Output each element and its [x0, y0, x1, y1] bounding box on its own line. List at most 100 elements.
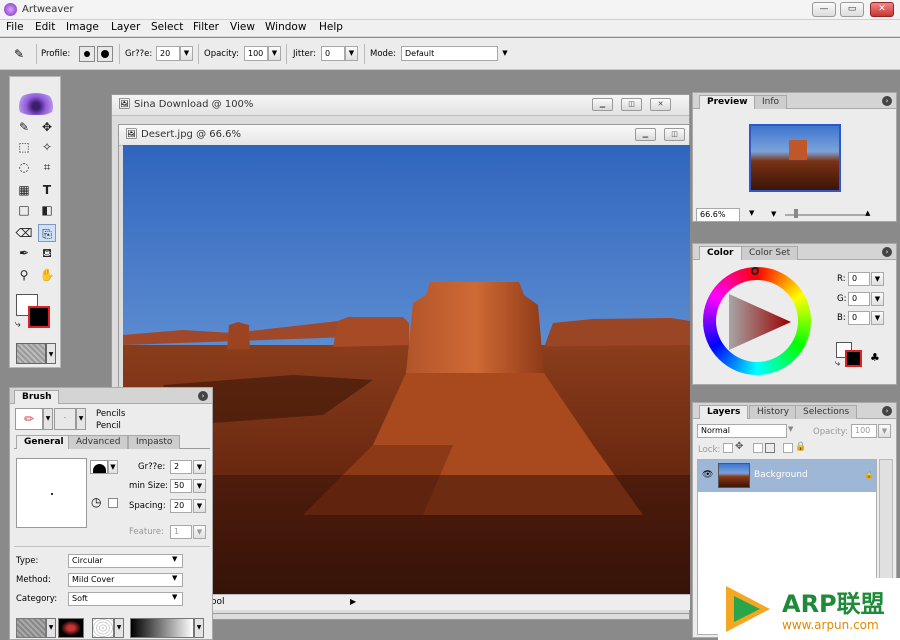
rectangle-icon[interactable]: □	[15, 201, 33, 219]
menu-layer[interactable]: Layer	[111, 21, 140, 33]
chevron-down-icon[interactable]: ▼	[172, 555, 177, 563]
panel-menu-icon[interactable]: ›	[198, 391, 208, 401]
tab-color-set[interactable]: Color Set	[741, 246, 799, 260]
zoom-field[interactable]: 66.6%	[696, 208, 740, 222]
tab-selections[interactable]: Selections	[795, 405, 858, 419]
brush-size-dropdown-button[interactable]: ▼	[193, 460, 206, 474]
tab-history[interactable]: History	[749, 405, 798, 419]
rect-select-icon[interactable]: ⬚	[15, 138, 33, 156]
type-select[interactable]: Circular	[68, 554, 183, 568]
zoom-dropdown-icon[interactable]: ▼	[749, 209, 754, 217]
lock-all-checkbox[interactable]	[783, 443, 793, 453]
brush-icon[interactable]: ✎	[15, 118, 33, 136]
jitter-dropdown-button[interactable]: ▼	[345, 46, 358, 61]
b-dropdown-button[interactable]: ▼	[871, 311, 884, 325]
spacing-input[interactable]: 20	[170, 499, 192, 513]
spacing-dropdown-button[interactable]: ▼	[193, 499, 206, 513]
close-button[interactable]: ✕	[650, 98, 671, 111]
brush-shape-dropdown-button[interactable]: ▼	[108, 460, 118, 474]
tab-brush[interactable]: Brush	[14, 390, 60, 404]
paint-bucket-icon[interactable]: ⛾	[38, 244, 56, 262]
zoom-in-icon[interactable]: ▲	[865, 209, 870, 217]
lock-transparency-checkbox[interactable]	[723, 443, 733, 453]
minimize-button[interactable]: ▁	[635, 128, 656, 141]
layer-name[interactable]: Background	[754, 470, 808, 480]
foreground-color-swatch[interactable]	[845, 350, 862, 367]
brush-category-icon[interactable]: ✏	[15, 408, 43, 430]
magic-wand-icon[interactable]: ✧	[38, 138, 56, 156]
chevron-down-icon[interactable]: ▼	[43, 408, 53, 430]
panel-menu-icon[interactable]: ›	[882, 96, 892, 106]
chevron-down-icon[interactable]: ▼	[76, 408, 86, 430]
minimize-button[interactable]: —	[812, 2, 836, 17]
b-input[interactable]: 0	[848, 311, 870, 325]
hand-icon[interactable]: ✋	[38, 266, 56, 284]
chevron-down-icon[interactable]: ▼	[172, 593, 177, 601]
chevron-down-icon[interactable]: ▼	[194, 618, 204, 638]
mode-select[interactable]: Default	[401, 46, 498, 61]
menu-image[interactable]: Image	[66, 21, 99, 33]
menu-view[interactable]: View	[230, 21, 255, 33]
tab-layers[interactable]: Layers	[699, 405, 749, 419]
blend-mode-select[interactable]: Normal	[697, 424, 787, 438]
profile-hard-button[interactable]	[79, 46, 95, 62]
swap-colors-icon[interactable]: ⤷	[835, 359, 840, 369]
feature-dropdown-button[interactable]: ▼	[193, 525, 206, 539]
g-input[interactable]: 0	[848, 292, 870, 306]
menu-edit[interactable]: Edit	[35, 21, 55, 33]
menu-filter[interactable]: Filter	[193, 21, 219, 33]
method-select[interactable]: Mild Cover	[68, 573, 183, 587]
time-checkbox[interactable]	[108, 498, 118, 508]
feature-input[interactable]: 1	[170, 525, 192, 539]
chevron-down-icon[interactable]: ▼	[114, 618, 124, 638]
grain-swatch[interactable]	[92, 618, 114, 638]
brush-variant-icon[interactable]: ·	[54, 408, 76, 430]
preview-thumbnail[interactable]	[749, 124, 841, 192]
close-button[interactable]: ✕	[870, 2, 894, 17]
opacity-input[interactable]: 100	[244, 46, 268, 61]
tab-advanced[interactable]: Advanced	[68, 435, 129, 449]
category-select[interactable]: Soft	[68, 592, 183, 606]
tab-general[interactable]: General	[16, 435, 72, 449]
eraser-icon[interactable]: ⌫	[15, 224, 33, 242]
eye-icon[interactable]: 👁	[702, 470, 713, 480]
tab-color[interactable]: Color	[699, 246, 742, 260]
min-size-input[interactable]: 50	[170, 479, 192, 493]
layer-opacity-input[interactable]: 100	[851, 424, 877, 438]
brush-shape-icon[interactable]	[90, 460, 108, 474]
eyedropper-icon[interactable]: ✒	[15, 244, 33, 262]
chevron-down-icon[interactable]: ▼	[172, 574, 177, 582]
opacity-dropdown-button[interactable]: ▼	[268, 46, 281, 61]
restore-button[interactable]: ◫	[621, 98, 642, 111]
tab-preview[interactable]: Preview	[699, 95, 756, 109]
paper-texture-swatch[interactable]	[16, 343, 46, 364]
grid-icon[interactable]: ▦	[15, 181, 33, 199]
gradient-swatch[interactable]	[130, 618, 194, 638]
size-input[interactable]: 20	[156, 46, 180, 61]
profile-soft-button[interactable]	[97, 46, 113, 62]
menu-window[interactable]: Window	[265, 21, 306, 33]
panel-menu-icon[interactable]: ›	[882, 247, 892, 257]
gradient-icon[interactable]: ◧	[38, 201, 56, 219]
swap-colors-icon[interactable]: ⤷	[15, 319, 21, 330]
size-dropdown-button[interactable]: ▼	[180, 46, 193, 61]
menu-file[interactable]: File	[6, 21, 24, 33]
texture-swatch[interactable]	[16, 618, 46, 638]
r-dropdown-button[interactable]: ▼	[871, 272, 884, 286]
color-picker-icon[interactable]: ♣	[870, 351, 880, 364]
menu-help[interactable]: Help	[319, 21, 343, 33]
jitter-input[interactable]: 0	[321, 46, 345, 61]
zoom-out-icon[interactable]: ▼	[771, 210, 776, 218]
status-menu-arrow-icon[interactable]: ▶	[350, 597, 356, 606]
chevron-down-icon[interactable]: ▼	[46, 343, 56, 364]
layer-opacity-dropdown-button[interactable]: ▼	[878, 424, 891, 438]
menu-select[interactable]: Select	[151, 21, 183, 33]
chevron-down-icon[interactable]: ▼	[499, 47, 511, 60]
clone-icon[interactable]: ⎘	[38, 224, 56, 242]
tab-impasto[interactable]: Impasto	[128, 435, 181, 449]
zoom-icon[interactable]: ⚲	[15, 266, 33, 284]
zoom-slider-thumb[interactable]	[794, 209, 798, 218]
lock-paint-checkbox[interactable]	[753, 443, 763, 453]
color-wheel[interactable]	[703, 267, 811, 375]
color-triangle[interactable]	[725, 292, 793, 352]
